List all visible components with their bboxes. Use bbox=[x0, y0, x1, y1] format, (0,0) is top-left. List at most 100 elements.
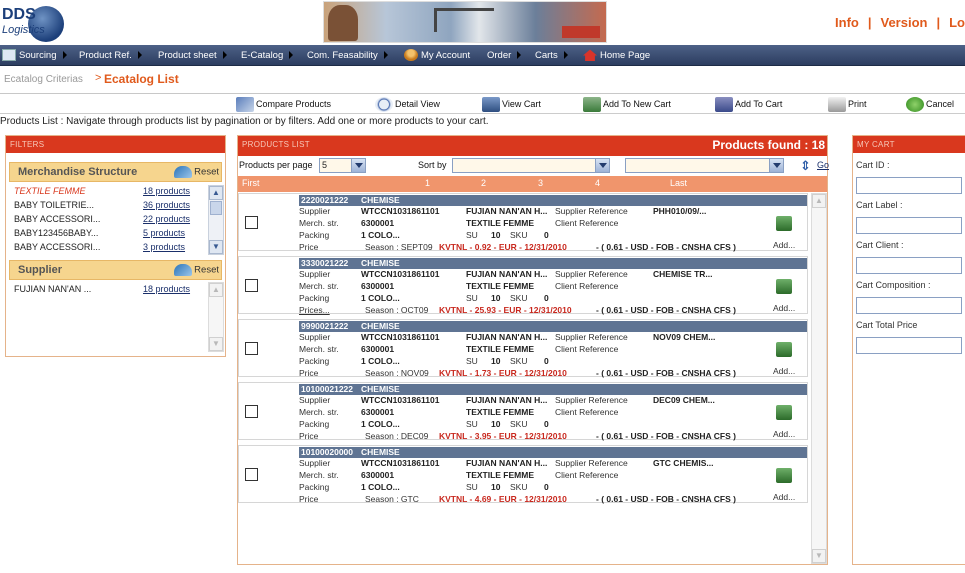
scroll-thumb[interactable] bbox=[210, 201, 222, 215]
product-code[interactable]: 3330021222 bbox=[301, 258, 348, 269]
filter-name[interactable]: BABY ACCESSORI... bbox=[14, 240, 100, 254]
add-to-cart-icon[interactable] bbox=[776, 405, 792, 420]
filter-name[interactable]: BABY TOILETRIE... bbox=[14, 198, 94, 212]
cart-composition-field[interactable] bbox=[856, 297, 962, 314]
menu-carts[interactable]: Carts bbox=[535, 45, 568, 66]
per-page-select[interactable]: 5 bbox=[319, 158, 366, 173]
scroll-up-icon[interactable]: ▲ bbox=[209, 283, 223, 297]
product-checkbox[interactable] bbox=[245, 216, 258, 229]
pager-last[interactable]: Last bbox=[670, 178, 687, 188]
product-title-bar[interactable]: 3330021222 CHEMISE bbox=[299, 258, 807, 269]
scroll-up-icon[interactable]: ▲ bbox=[209, 186, 223, 200]
filter-count-link[interactable]: 18 products bbox=[143, 282, 190, 296]
scroll-down-icon[interactable]: ▼ bbox=[209, 337, 223, 351]
filter-count-link[interactable]: 22 products bbox=[143, 212, 190, 226]
cart-id-field[interactable] bbox=[856, 177, 962, 194]
pager-first[interactable]: First bbox=[242, 178, 260, 188]
product-title-bar[interactable]: 10100020000 CHEMISE bbox=[299, 447, 807, 458]
filter-count-link[interactable]: 5 products bbox=[143, 226, 185, 240]
menu-com-feasability[interactable]: Com. Feasability bbox=[307, 45, 388, 66]
supplier-reset-button[interactable]: Reset bbox=[174, 264, 219, 276]
menu-home-page[interactable]: Home Page bbox=[583, 45, 650, 66]
cart-total-price-field[interactable] bbox=[856, 337, 962, 354]
pager-page-3[interactable]: 3 bbox=[538, 178, 543, 188]
filter-count-link[interactable]: 3 products bbox=[143, 240, 185, 254]
product-title-bar[interactable]: 9990021222 CHEMISE bbox=[299, 321, 807, 332]
logout-link[interactable]: Lo bbox=[949, 15, 965, 30]
pager-page-4[interactable]: 4 bbox=[595, 178, 600, 188]
add-link[interactable]: Add... bbox=[773, 366, 795, 376]
menu-e-catalog[interactable]: E-Catalog bbox=[241, 45, 294, 66]
supplier-list-scrollbar[interactable]: ▲ ▼ bbox=[208, 282, 224, 352]
scroll-down-icon[interactable]: ▼ bbox=[209, 240, 223, 254]
go-button[interactable]: Go bbox=[817, 160, 829, 170]
add-link[interactable]: Add... bbox=[773, 240, 795, 250]
compare-products-button[interactable]: Compare Products bbox=[236, 96, 331, 113]
chevron-down-icon[interactable] bbox=[351, 159, 365, 172]
breadcrumb-ecatalog-criterias[interactable]: Ecatalog Criterias bbox=[4, 74, 83, 85]
sort-by-select[interactable] bbox=[452, 158, 610, 173]
list-item[interactable]: BABY ACCESSORI... 22 products bbox=[14, 212, 200, 226]
product-code[interactable]: 10100021222 bbox=[301, 384, 353, 395]
menu-order[interactable]: Order bbox=[487, 45, 522, 66]
product-name[interactable]: CHEMISE bbox=[361, 258, 400, 269]
products-scrollbar[interactable]: ▲ ▼ bbox=[811, 193, 827, 564]
product-checkbox[interactable] bbox=[245, 279, 258, 292]
product-name[interactable]: CHEMISE bbox=[361, 195, 400, 206]
menu-product-ref[interactable]: Product Ref. bbox=[79, 45, 142, 66]
list-item[interactable]: BABY TOILETRIE... 36 products bbox=[14, 198, 200, 212]
view-cart-button[interactable]: View Cart bbox=[482, 96, 541, 113]
filter-count-link[interactable]: 18 products bbox=[143, 184, 190, 198]
pager-page-1[interactable]: 1 bbox=[425, 178, 430, 188]
add-to-new-cart-button[interactable]: Add To New Cart bbox=[583, 96, 671, 113]
add-link[interactable]: Add... bbox=[773, 429, 795, 439]
list-item[interactable]: BABY ACCESSORI... 3 products bbox=[14, 240, 200, 254]
version-link[interactable]: Version bbox=[881, 15, 928, 30]
chevron-down-icon[interactable] bbox=[769, 159, 783, 172]
filter-name[interactable]: FUJIAN NAN'AN ... bbox=[14, 282, 91, 296]
product-title-bar[interactable]: 10100021222 CHEMISE bbox=[299, 384, 807, 395]
add-link[interactable]: Add... bbox=[773, 303, 795, 313]
product-name[interactable]: CHEMISE bbox=[361, 384, 400, 395]
product-checkbox[interactable] bbox=[245, 405, 258, 418]
print-button[interactable]: Print bbox=[828, 96, 867, 113]
add-to-cart-button[interactable]: Add To Cart bbox=[715, 96, 782, 113]
cancel-button[interactable]: Cancel bbox=[906, 96, 954, 113]
sort-order-select[interactable] bbox=[625, 158, 784, 173]
product-name[interactable]: CHEMISE bbox=[361, 321, 400, 332]
menu-sourcing[interactable]: Sourcing bbox=[2, 45, 67, 66]
add-link[interactable]: Add... bbox=[773, 492, 795, 502]
add-to-cart-icon[interactable] bbox=[776, 468, 792, 483]
list-item[interactable]: BABY123456BABY... 5 products bbox=[14, 226, 200, 240]
detail-view-button[interactable]: Detail View bbox=[375, 96, 440, 113]
cart-client-field[interactable] bbox=[856, 257, 962, 274]
chevron-down-icon[interactable] bbox=[595, 159, 609, 172]
sort-arrows-icon[interactable]: ⇕ bbox=[800, 158, 811, 174]
price-label[interactable]: Prices... bbox=[299, 305, 330, 316]
product-title-bar[interactable]: 2220021222 CHEMISE bbox=[299, 195, 807, 206]
add-to-cart-icon[interactable] bbox=[776, 216, 792, 231]
add-to-cart-icon[interactable] bbox=[776, 342, 792, 357]
merch-reset-button[interactable]: Reset bbox=[174, 166, 219, 178]
filter-name[interactable]: BABY ACCESSORI... bbox=[14, 212, 100, 226]
pager-page-2[interactable]: 2 bbox=[481, 178, 486, 188]
product-name[interactable]: CHEMISE bbox=[361, 447, 400, 458]
scroll-down-icon[interactable]: ▼ bbox=[812, 549, 826, 563]
merch-list-scrollbar[interactable]: ▲ ▼ bbox=[208, 185, 224, 255]
filter-name[interactable]: BABY123456BABY... bbox=[14, 226, 98, 240]
product-checkbox[interactable] bbox=[245, 342, 258, 355]
filter-name[interactable]: TEXTILE FEMME bbox=[14, 184, 86, 198]
list-item[interactable]: TEXTILE FEMME 18 products bbox=[14, 184, 200, 198]
filter-count-link[interactable]: 36 products bbox=[143, 198, 190, 212]
cart-label-field[interactable] bbox=[856, 217, 962, 234]
info-link[interactable]: Info bbox=[835, 15, 859, 30]
product-code[interactable]: 2220021222 bbox=[301, 195, 348, 206]
product-code[interactable]: 10100020000 bbox=[301, 447, 353, 458]
add-to-cart-icon[interactable] bbox=[776, 279, 792, 294]
menu-product-sheet[interactable]: Product sheet bbox=[158, 45, 227, 66]
list-item[interactable]: FUJIAN NAN'AN ... 18 products bbox=[14, 282, 200, 296]
scroll-up-icon[interactable]: ▲ bbox=[812, 194, 826, 208]
product-checkbox[interactable] bbox=[245, 468, 258, 481]
product-code[interactable]: 9990021222 bbox=[301, 321, 348, 332]
dds-logistics-logo[interactable]: DDS Logistics bbox=[0, 2, 80, 42]
